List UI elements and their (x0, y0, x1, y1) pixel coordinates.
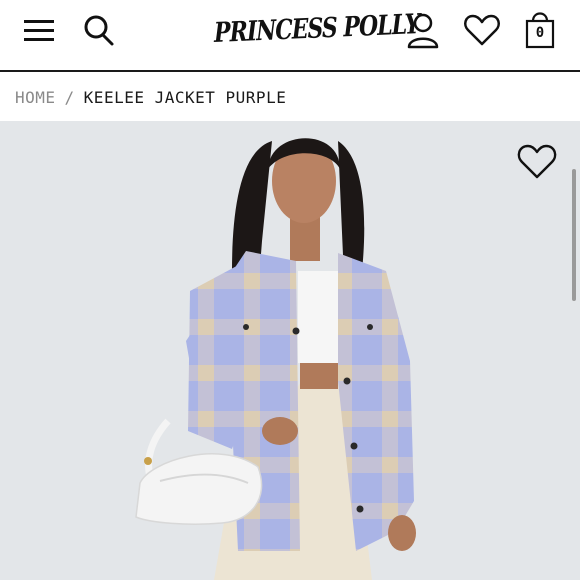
heart-icon[interactable] (462, 12, 502, 48)
search-icon[interactable] (82, 12, 116, 48)
breadcrumb-current-page: KEELEE JACKET PURPLE (83, 87, 287, 107)
brand-logo[interactable]: PRINCESS POLLY (213, 0, 420, 61)
site-header: PRINCESS POLLY 0 (0, 0, 580, 72)
product-photo (0, 121, 580, 580)
breadcrumb-home-link[interactable]: HOME (15, 88, 56, 107)
bag-count-badge: 0 (535, 25, 545, 41)
shopping-bag-button[interactable]: 0 (522, 8, 558, 50)
breadcrumb: HOME / KEELEE JACKET PURPLE (0, 74, 580, 120)
user-icon[interactable] (405, 12, 441, 50)
product-image[interactable] (0, 121, 580, 580)
scrollbar[interactable] (572, 169, 576, 301)
menu-icon[interactable] (22, 14, 56, 48)
breadcrumb-separator: / (64, 87, 75, 107)
wishlist-heart-icon[interactable] (516, 143, 558, 181)
